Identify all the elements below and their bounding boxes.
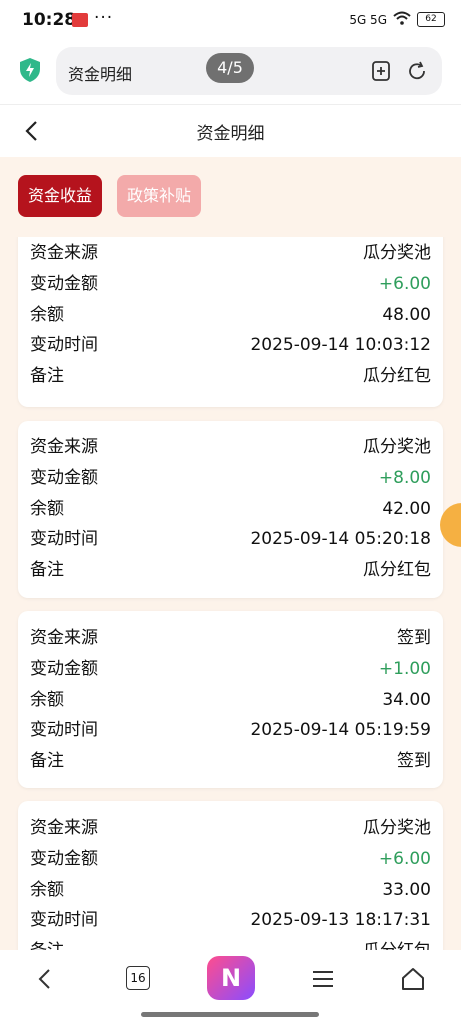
amount-value: +6.00	[378, 274, 431, 294]
status-bar: 10:28 ··· 5G 5G 62	[0, 0, 461, 42]
row-value: 瓜分红包	[363, 560, 431, 580]
notification-icon	[72, 13, 88, 27]
record-list[interactable]: 资金来源 瓜分奖池 变动金额 +6.00 余额 48.00 变动时间 2025-09-1…	[0, 237, 461, 950]
row-label: 余额	[30, 305, 64, 325]
record-row-balance: 余额 42.00	[30, 495, 431, 523]
security-shield-icon[interactable]	[18, 57, 42, 83]
back-nav-icon[interactable]	[30, 964, 60, 994]
row-label: 变动时间	[30, 720, 98, 740]
record-row-amount: 变动金额 +1.00	[30, 655, 431, 683]
row-label: 变动金额	[30, 274, 98, 294]
row-label: 资金来源	[30, 437, 98, 457]
record-row-time: 变动时间 2025-09-14 05:20:18	[30, 525, 431, 553]
page-title: 资金明细	[196, 124, 265, 144]
record-row-source: 资金来源 瓜分奖池	[30, 239, 431, 267]
record-row-source: 资金来源 瓜分奖池	[30, 433, 431, 461]
page-header: 资金明细	[0, 104, 461, 158]
record-row-source: 资金来源 瓜分奖池	[30, 814, 431, 842]
record-card: 资金来源 瓜分奖池 变动金额 +6.00 余额 48.00 变动时间 2025-09-1…	[18, 237, 443, 407]
record-row-note: 备注 瓜分红包	[30, 937, 431, 950]
record-row-source: 资金来源 签到	[30, 624, 431, 652]
row-label: 备注	[30, 937, 64, 950]
bottom-navigation: 16 N	[0, 950, 461, 1024]
row-value: 签到	[397, 628, 431, 648]
row-value: 瓜分奖池	[363, 243, 431, 263]
row-label: 变动时间	[30, 910, 98, 930]
wifi-icon	[393, 11, 411, 28]
row-label: 备注	[30, 560, 64, 580]
record-row-amount: 变动金额 +6.00	[30, 270, 431, 298]
row-value: 48.00	[382, 305, 431, 325]
row-label: 余额	[30, 499, 64, 519]
row-label: 资金来源	[30, 243, 98, 263]
tab-count-icon[interactable]: 16	[126, 966, 150, 990]
record-row-time: 变动时间 2025-09-14 10:03:12	[30, 331, 431, 359]
row-label: 变动金额	[30, 468, 98, 488]
row-value: 瓜分红包	[363, 937, 431, 950]
refresh-icon[interactable]	[406, 60, 428, 82]
network-indicator: 5G 5G	[349, 12, 387, 27]
record-row-note: 备注 瓜分红包	[30, 556, 431, 584]
record-row-balance: 余额 48.00	[30, 301, 431, 329]
tab-bar: 资金收益 政策补贴	[0, 157, 461, 237]
row-label: 余额	[30, 880, 64, 900]
record-card: 资金来源 瓜分奖池 变动金额 +6.00 余额 33.00 变动时间 2025-09-1…	[18, 801, 443, 950]
status-indicators: 5G 5G 62	[349, 11, 445, 28]
tab-policy-subsidy[interactable]: 政策补贴	[117, 175, 202, 217]
record-row-time: 变动时间 2025-09-14 05:19:59	[30, 716, 431, 744]
gesture-bar	[141, 1012, 319, 1017]
row-value: 2025-09-14 10:03:12	[250, 335, 431, 355]
row-label: 变动时间	[30, 529, 98, 549]
row-value: 34.00	[382, 690, 431, 710]
row-label: 余额	[30, 690, 64, 710]
record-card: 资金来源 瓜分奖池 变动金额 +8.00 余额 42.00 变动时间 2025-09-1…	[18, 421, 443, 598]
row-label: 备注	[30, 751, 64, 771]
row-value: 瓜分红包	[363, 366, 431, 386]
address-bar[interactable]: 资金明细 4/5	[56, 47, 442, 95]
app-logo-button[interactable]: N	[207, 956, 255, 1000]
status-time: 10:28	[22, 10, 77, 30]
record-row-balance: 余额 33.00	[30, 876, 431, 904]
record-card: 资金来源 签到 变动金额 +1.00 余额 34.00 变动时间 2025-09-14 …	[18, 611, 443, 788]
record-row-note: 备注 签到	[30, 747, 431, 775]
battery-icon: 62	[417, 12, 445, 27]
row-label: 资金来源	[30, 628, 98, 648]
row-label: 变动金额	[30, 849, 98, 869]
more-notifications-icon: ···	[94, 8, 114, 28]
browser-bar: 资金明细 4/5	[0, 42, 461, 104]
tab-fund-income[interactable]: 资金收益	[18, 175, 103, 217]
row-value: 42.00	[382, 499, 431, 519]
row-value: 2025-09-14 05:19:59	[250, 720, 431, 740]
address-title: 资金明细	[68, 65, 133, 84]
home-icon[interactable]	[398, 964, 428, 994]
record-row-balance: 余额 34.00	[30, 686, 431, 714]
menu-icon[interactable]	[308, 964, 338, 994]
row-label: 变动时间	[30, 335, 98, 355]
row-label: 资金来源	[30, 818, 98, 838]
page-counter: 4/5	[206, 53, 254, 83]
row-value: 2025-09-13 18:17:31	[250, 910, 431, 930]
row-value: 瓜分奖池	[363, 818, 431, 838]
row-label: 变动金额	[30, 659, 98, 679]
record-row-note: 备注 瓜分红包	[30, 362, 431, 390]
amount-value: +8.00	[378, 468, 431, 488]
bookmark-add-icon[interactable]	[370, 60, 392, 82]
record-row-amount: 变动金额 +6.00	[30, 845, 431, 873]
row-value: 瓜分奖池	[363, 437, 431, 457]
amount-value: +1.00	[378, 659, 431, 679]
row-value: 2025-09-14 05:20:18	[250, 529, 431, 549]
row-label: 备注	[30, 366, 64, 386]
row-value: 签到	[397, 751, 431, 771]
amount-value: +6.00	[378, 849, 431, 869]
record-row-time: 变动时间 2025-09-13 18:17:31	[30, 906, 431, 934]
record-row-amount: 变动金额 +8.00	[30, 464, 431, 492]
row-value: 33.00	[382, 880, 431, 900]
